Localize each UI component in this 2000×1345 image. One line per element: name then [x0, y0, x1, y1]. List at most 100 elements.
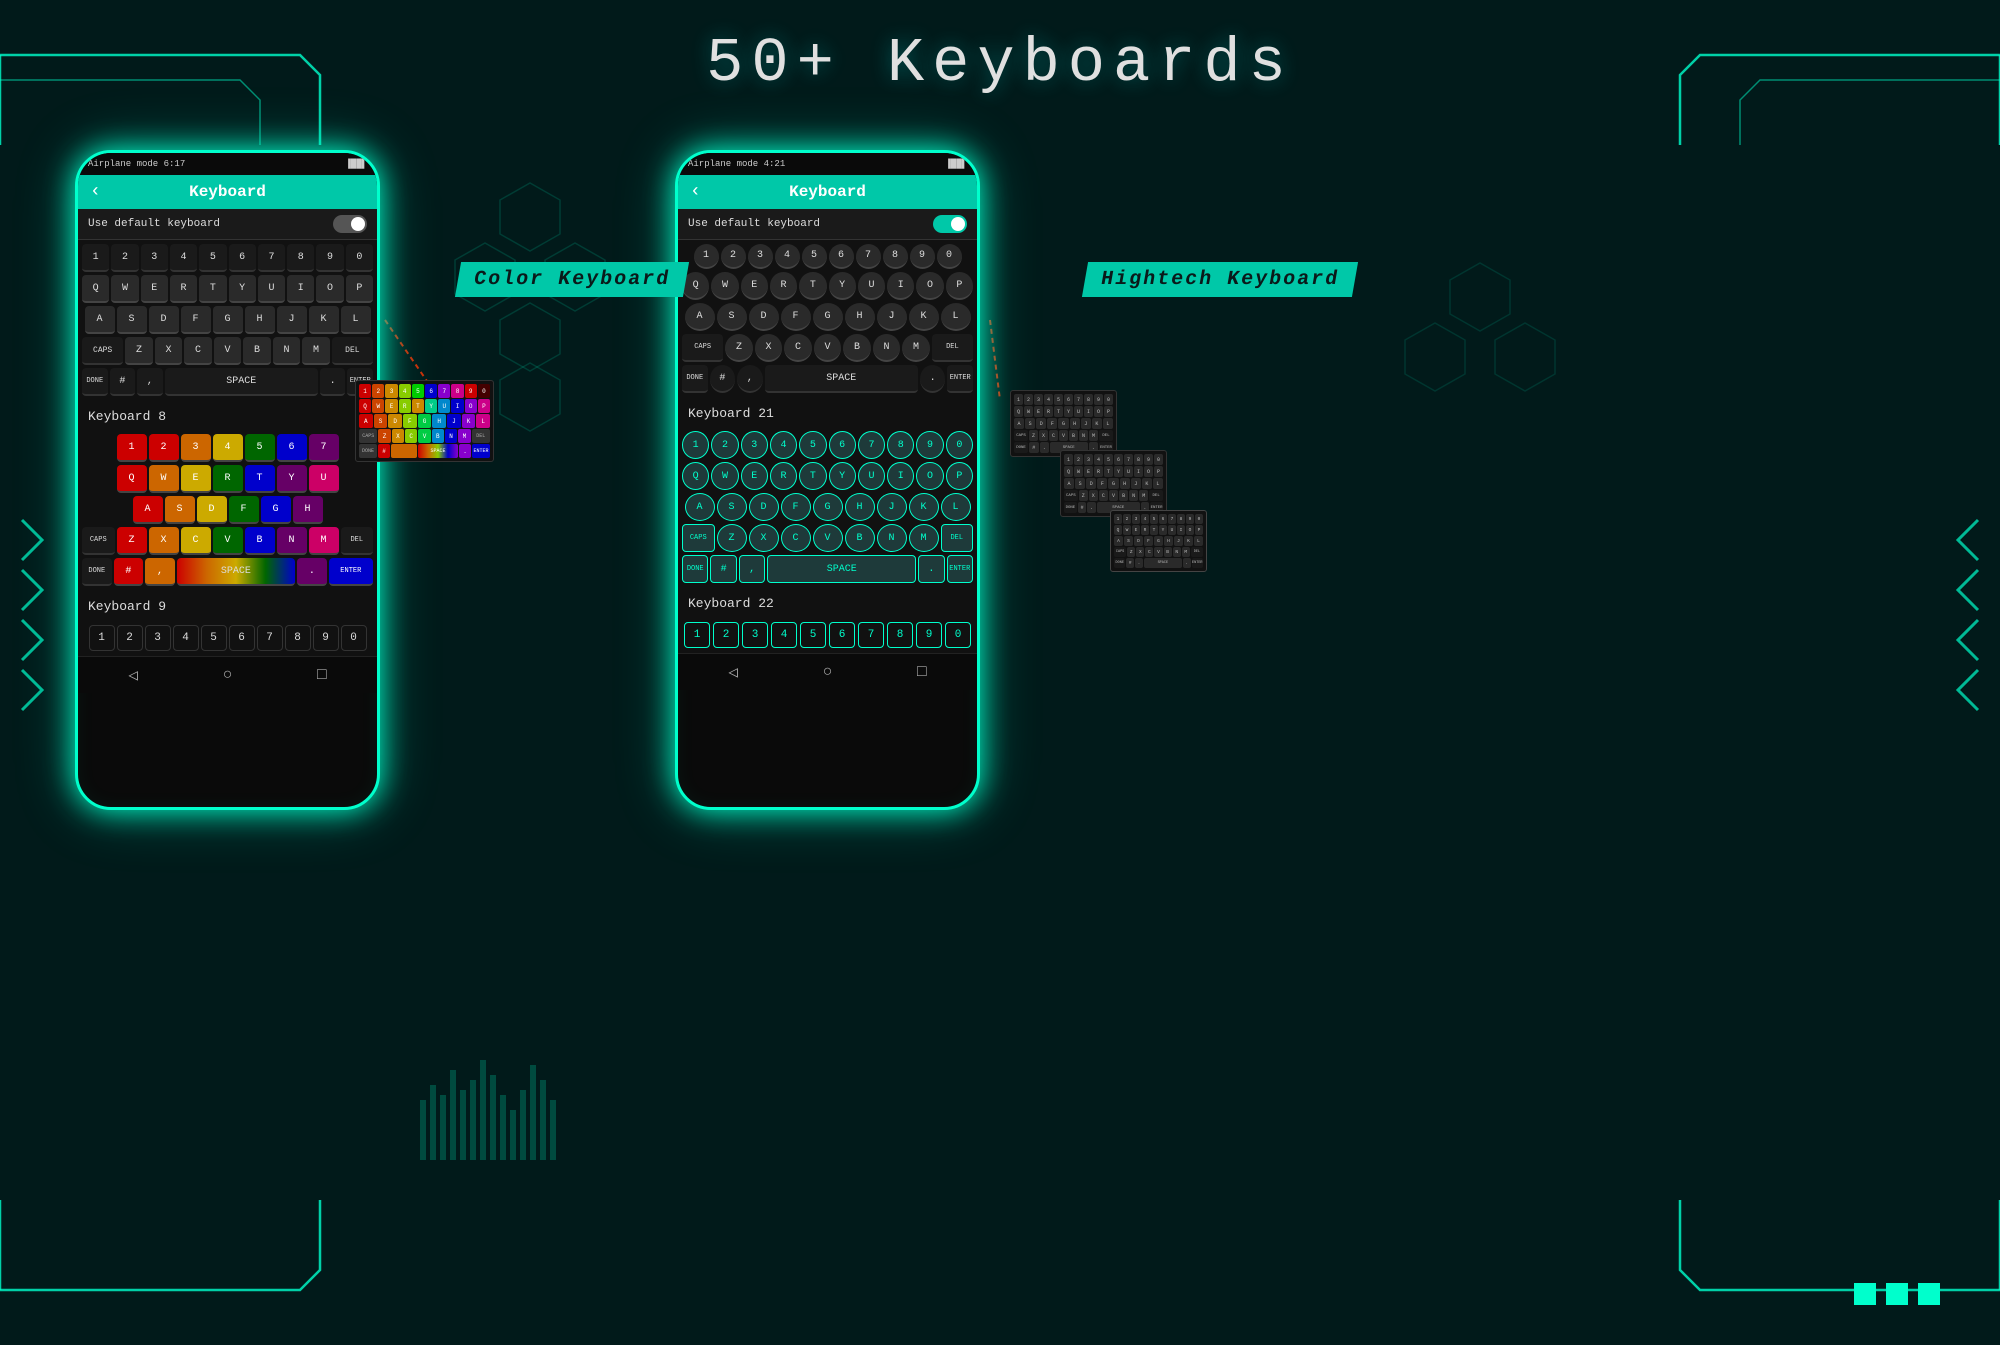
r-key-h[interactable]: H [845, 303, 875, 331]
r2-key-n[interactable]: N [877, 524, 907, 552]
r-key-o[interactable]: O [916, 272, 943, 300]
kb22-key-4[interactable]: 4 [771, 622, 797, 648]
color-key-del[interactable]: DEL [341, 527, 374, 555]
key-9[interactable]: 9 [316, 244, 343, 272]
r2-key-o[interactable]: O [916, 462, 943, 490]
color-key-e[interactable]: E [181, 465, 211, 493]
r2-key-f[interactable]: F [781, 493, 811, 521]
r2-key-u[interactable]: U [858, 462, 885, 490]
key-caps[interactable]: CAPS [82, 337, 123, 365]
r-key-6[interactable]: 6 [829, 244, 854, 269]
color-key-c[interactable]: C [181, 527, 211, 555]
r-key-enter[interactable]: ENTER [947, 365, 973, 393]
r2-key-z[interactable]: Z [717, 524, 747, 552]
key-6[interactable]: 6 [229, 244, 256, 272]
key-q[interactable]: Q [82, 275, 109, 303]
kb22-key-8[interactable]: 8 [887, 622, 913, 648]
color-key-4[interactable]: 4 [213, 434, 243, 462]
key-5[interactable]: 5 [199, 244, 226, 272]
color-key-g[interactable]: G [261, 496, 291, 524]
r-key-d[interactable]: D [749, 303, 779, 331]
key-n[interactable]: N [273, 337, 301, 365]
key-v[interactable]: V [214, 337, 242, 365]
r-key-x[interactable]: X [755, 334, 783, 362]
r2-key-b[interactable]: B [845, 524, 875, 552]
color-key-1[interactable]: 1 [117, 434, 147, 462]
color-key-enter[interactable]: ENTER [329, 558, 373, 586]
r-key-u[interactable]: U [858, 272, 885, 300]
color-key-5[interactable]: 5 [245, 434, 275, 462]
kb22-key-6[interactable]: 6 [829, 622, 855, 648]
r-key-v[interactable]: V [814, 334, 842, 362]
r-key-j[interactable]: J [877, 303, 907, 331]
r-key-s[interactable]: S [717, 303, 747, 331]
back-nav-icon[interactable]: ◁ [128, 665, 138, 685]
key-s[interactable]: S [117, 306, 147, 334]
r-key-i[interactable]: I [887, 272, 914, 300]
color-key-f[interactable]: F [229, 496, 259, 524]
recents-nav-icon[interactable]: □ [317, 666, 327, 684]
color-key-hash[interactable]: # [114, 558, 144, 586]
key-u[interactable]: U [258, 275, 285, 303]
dot-1[interactable] [1854, 1283, 1876, 1305]
color-key-w[interactable]: W [149, 465, 179, 493]
color-key-r[interactable]: R [213, 465, 243, 493]
r2-key-3[interactable]: 3 [741, 431, 768, 459]
r-key-done[interactable]: DONE [682, 365, 708, 393]
color-key-h[interactable]: H [293, 496, 323, 524]
r-key-a[interactable]: A [685, 303, 715, 331]
kb9-key-8[interactable]: 8 [285, 625, 311, 651]
r-key-8[interactable]: 8 [883, 244, 908, 269]
kb22-key-0[interactable]: 0 [945, 622, 971, 648]
key-f[interactable]: F [181, 306, 211, 334]
key-a[interactable]: A [85, 306, 115, 334]
r2-key-t[interactable]: T [799, 462, 826, 490]
color-key-a[interactable]: A [133, 496, 163, 524]
r-key-5[interactable]: 5 [802, 244, 827, 269]
color-key-done[interactable]: DONE [82, 558, 112, 586]
key-period[interactable]: . [320, 368, 346, 396]
color-key-v[interactable]: V [213, 527, 243, 555]
key-comma[interactable]: , [137, 368, 163, 396]
r-key-del[interactable]: DEL [932, 334, 973, 362]
r2-key-a[interactable]: A [685, 493, 715, 521]
r-key-space[interactable]: SPACE [765, 365, 918, 393]
key-3[interactable]: 3 [141, 244, 168, 272]
r2-key-5[interactable]: 5 [799, 431, 826, 459]
r-key-g[interactable]: G [813, 303, 843, 331]
kb9-key-4[interactable]: 4 [173, 625, 199, 651]
color-key-n[interactable]: N [277, 527, 307, 555]
key-r[interactable]: R [170, 275, 197, 303]
r2-key-del[interactable]: DEL [941, 524, 974, 552]
color-key-caps[interactable]: CAPS [82, 527, 115, 555]
color-key-comma[interactable]: , [145, 558, 175, 586]
kb22-key-1[interactable]: 1 [684, 622, 710, 648]
r-key-7[interactable]: 7 [856, 244, 881, 269]
r-key-n[interactable]: N [873, 334, 901, 362]
key-2[interactable]: 2 [111, 244, 138, 272]
key-t[interactable]: T [199, 275, 226, 303]
key-e[interactable]: E [141, 275, 168, 303]
r-key-m[interactable]: M [902, 334, 930, 362]
color-key-m[interactable]: M [309, 527, 339, 555]
key-c[interactable]: C [184, 337, 212, 365]
key-w[interactable]: W [111, 275, 138, 303]
r2-key-done[interactable]: DONE [682, 555, 708, 583]
r-key-y[interactable]: Y [829, 272, 856, 300]
key-x[interactable]: X [155, 337, 183, 365]
r2-key-m[interactable]: M [909, 524, 939, 552]
key-del[interactable]: DEL [332, 337, 373, 365]
r2-key-g[interactable]: G [813, 493, 843, 521]
key-m[interactable]: M [302, 337, 330, 365]
color-key-period[interactable]: . [297, 558, 327, 586]
r2-key-1[interactable]: 1 [682, 431, 709, 459]
r2-key-2[interactable]: 2 [711, 431, 738, 459]
color-key-y[interactable]: Y [277, 465, 307, 493]
key-h[interactable]: H [245, 306, 275, 334]
r-key-caps[interactable]: CAPS [682, 334, 723, 362]
kb22-key-3[interactable]: 3 [742, 622, 768, 648]
kb22-key-2[interactable]: 2 [713, 622, 739, 648]
r-key-9[interactable]: 9 [910, 244, 935, 269]
r-key-k[interactable]: K [909, 303, 939, 331]
r2-key-j[interactable]: J [877, 493, 907, 521]
